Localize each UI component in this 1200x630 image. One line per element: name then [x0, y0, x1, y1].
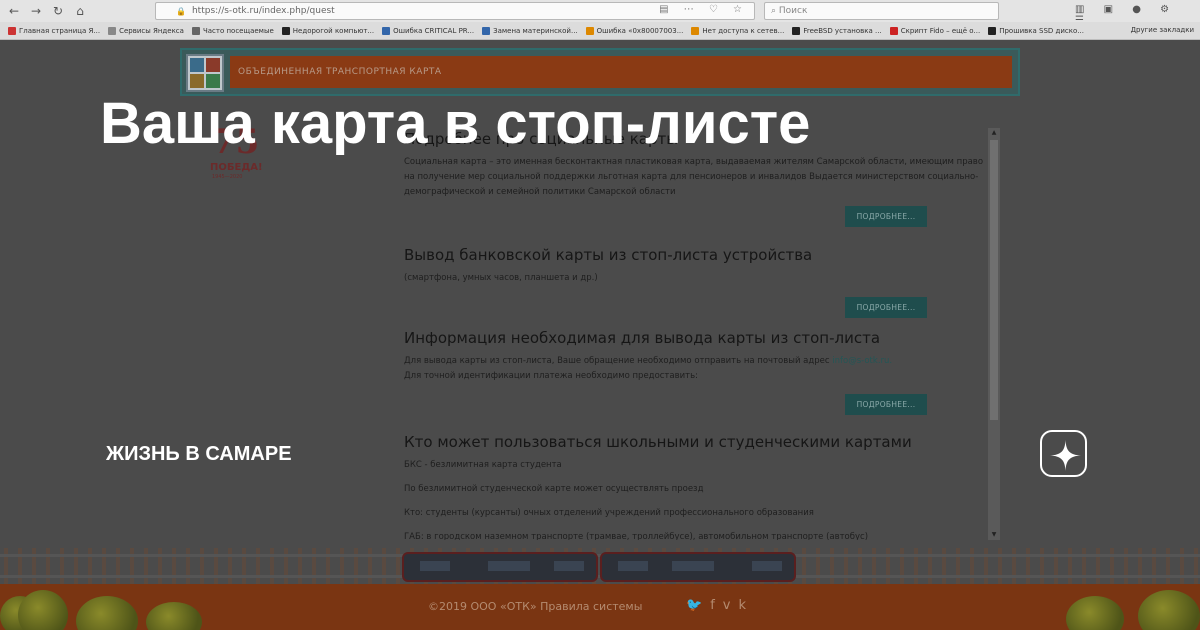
other-bookmarks[interactable]: Другие закладки [1131, 26, 1194, 34]
section-text: Для вывода карты из стоп-листа, Ваше обр… [404, 356, 893, 381]
bookmark-item[interactable]: Скрипт Fido – ещё о... [889, 26, 980, 35]
victory-years: 1945—2020 [212, 174, 243, 180]
site-header: ОБЪЕДИНЕННАЯ ТРАНСПОРТНАЯ КАРТА [180, 48, 1020, 96]
section-bank-card: Вывод банковской карты из стоп-листа уст… [404, 246, 984, 286]
bookmark-item[interactable]: Недорогой компьют... [281, 26, 374, 35]
bookmark-item[interactable]: Часто посещаемые [191, 26, 274, 35]
folder-icon [108, 26, 117, 35]
site-icon [792, 26, 801, 35]
facebook-icon[interactable]: f [710, 598, 723, 613]
content-scrollbar[interactable]: ▲ ▼ [988, 128, 1000, 540]
site-icon [482, 26, 491, 35]
scroll-thumb[interactable] [990, 140, 998, 420]
site-icon [585, 26, 594, 35]
email-link[interactable]: info@s-otk.ru. [832, 356, 892, 366]
headline: Ваша карта в стоп-листе [100, 91, 811, 156]
forward-icon[interactable]: → [28, 3, 44, 19]
section-stoplist-info: Информация необходимая для вывода карты … [404, 329, 984, 384]
search-icon: ⌕ [771, 6, 779, 16]
reload-icon[interactable]: ↻ [50, 3, 66, 19]
section-line: БКС - безлимитная карта студента [404, 460, 562, 470]
section-title: Кто может пользоваться школьными и студе… [404, 433, 912, 451]
home-icon[interactable]: ⌂ [72, 3, 88, 19]
bookmark-item[interactable]: Ошибка CRITICAL PR... [382, 26, 474, 35]
section-student-cards: Кто может пользоваться школьными и студе… [404, 433, 984, 540]
browser-toolbar: ← → ↻ ⌂ 🔒 https://s-otk.ru/index.php/que… [0, 0, 1200, 26]
site-icon [281, 26, 290, 35]
otk-logo-icon [186, 54, 224, 92]
address-bar[interactable]: 🔒 https://s-otk.ru/index.php/quest ▤ ⋯ ♡… [155, 2, 755, 20]
bookmark-item[interactable]: Сервисы Яндекса [108, 26, 184, 35]
site-icon [889, 26, 898, 35]
yandex-icon [8, 26, 16, 35]
twitter-icon[interactable]: 🐦 [686, 598, 710, 613]
bookmarks-bar: Главная страница Я... Сервисы Яндекса Ча… [0, 22, 1200, 40]
site-icon [988, 26, 997, 35]
bookmark-item[interactable]: Замена материнской... [482, 26, 578, 35]
section-line: По безлимитной студенческой карте может … [404, 484, 704, 494]
bookmark-item[interactable]: Ошибка «0x80007003... [585, 26, 683, 35]
site-icon [382, 26, 391, 35]
content-area: Подробнее про социальные карты Социальна… [390, 130, 990, 540]
search-input[interactable]: ⌕ Поиск [764, 2, 999, 20]
scroll-down-icon[interactable]: ▼ [989, 530, 999, 540]
browser-chrome: ← → ↻ ⌂ 🔒 https://s-otk.ru/index.php/que… [0, 0, 1200, 40]
footer-copyright[interactable]: ©2019 ООО «ОТК» Правила системы [428, 600, 642, 613]
section-line: Кто: студенты (курсанты) очных отделений… [404, 508, 814, 518]
section-text: Социальная карта – это именная бесконтак… [404, 157, 984, 197]
section-title: Вывод банковской карты из стоп-листа уст… [404, 246, 813, 264]
gear-icon [191, 26, 200, 35]
section-line: ГАБ: в городском наземном транспорте (тр… [404, 532, 869, 540]
header-title: ОБЪЕДИНЕННАЯ ТРАНСПОРТНАЯ КАРТА [238, 67, 442, 77]
bookmark-item[interactable]: Прошивка SSD диско... [988, 26, 1084, 35]
header-banner: ОБЪЕДИНЕННАЯ ТРАНСПОРТНАЯ КАРТА [230, 56, 1012, 88]
more-button[interactable]: ПОДРОБНЕЕ... [845, 297, 927, 318]
social-icons: 🐦fvk [686, 598, 754, 613]
address-url: https://s-otk.ru/index.php/quest [191, 6, 335, 16]
vk-icon[interactable]: vk [723, 598, 754, 613]
tram-car-left [402, 552, 598, 582]
section-title: Информация необходимая для вывода карты … [404, 329, 881, 347]
tram-car-right [600, 552, 796, 582]
victory-text: ПОБЕДА! [210, 162, 263, 173]
lock-icon: 🔒 [176, 6, 186, 16]
bookmark-item[interactable]: Нет доступа к сетев... [691, 26, 784, 35]
more-button[interactable]: ПОДРОБНЕЕ... [845, 206, 927, 227]
back-icon[interactable]: ← [6, 3, 22, 19]
bookmark-item[interactable]: FreeBSD установка ... [792, 26, 882, 35]
bookmark-item[interactable]: Главная страница Я... [8, 26, 100, 35]
section-text: (смартфона, умных часов, планшета и др.) [404, 273, 598, 283]
channel-name: ЖИЗНЬ В САМАРЕ [106, 443, 292, 465]
site-icon [691, 26, 700, 35]
more-button[interactable]: ПОДРОБНЕЕ... [845, 394, 927, 415]
scroll-up-icon[interactable]: ▲ [989, 128, 999, 138]
address-bar-actions: ▤ ⋯ ♡ ☆ [659, 4, 748, 15]
search-placeholder: Поиск [778, 6, 808, 16]
zen-logo-icon [1040, 430, 1087, 477]
